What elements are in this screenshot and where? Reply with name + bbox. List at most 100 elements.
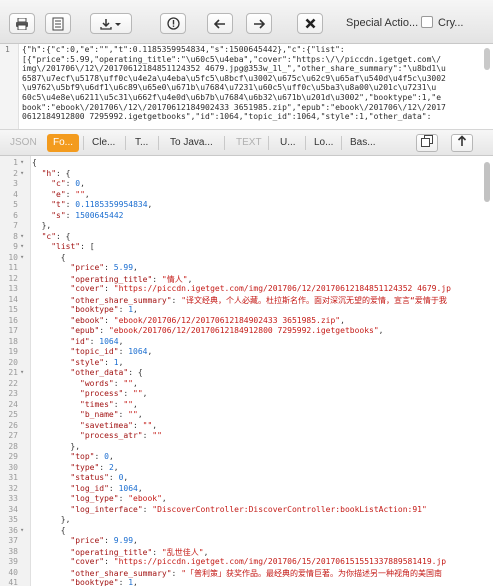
copy-output-button[interactable]	[416, 134, 438, 152]
editor-scrollbar[interactable]	[484, 162, 490, 202]
fold-toggle-icon[interactable]: ▾	[20, 526, 24, 534]
code-content: "price": 5.99,	[70, 263, 137, 272]
json-string: "ebook/201706/12/20170612184912800 72959…	[108, 326, 379, 335]
code-line: 24 "times": "",	[0, 400, 480, 411]
json-key: "ebook"	[70, 315, 105, 325]
line-number: 29	[8, 452, 18, 461]
copy-button[interactable]	[45, 13, 71, 34]
json-punctuation: ,	[203, 547, 209, 557]
info-button[interactable]	[160, 13, 186, 34]
line-number: 39	[8, 557, 18, 566]
special-actions-menu[interactable]: Special Actio...	[346, 17, 418, 29]
line-number: 12	[8, 273, 18, 283]
json-punctuation: ,	[137, 483, 143, 493]
tab-u[interactable]: U...	[280, 134, 296, 152]
json-punctuation: ,	[118, 357, 124, 367]
fold-toggle-icon[interactable]: ▾	[20, 253, 24, 261]
raw-json-text[interactable]: {"h":{"c":0,"e":"","t":0.1185359954834,"…	[22, 45, 474, 122]
code-line: 34 "log_interface": "DiscoverController:D…	[0, 505, 480, 516]
fold-toggle-icon[interactable]: ▾	[20, 242, 24, 250]
code-line: 19 "topic_id": 1064,	[0, 347, 480, 358]
fold-toggle-icon[interactable]: ▾	[20, 158, 24, 166]
clear-button[interactable]	[297, 13, 323, 34]
code-content: "log_type": "ebook",	[70, 494, 166, 503]
code-line: 2 ▾ "h": {	[0, 169, 480, 180]
json-number: 0.1185359954834	[75, 200, 148, 209]
code-line: 18 "id": 1064,	[0, 337, 480, 348]
code-line: 8 ▾ "c": {	[0, 232, 480, 243]
code-content: "operating_title": "乱世佳人",	[70, 547, 208, 558]
upload-button[interactable]	[451, 134, 473, 152]
line-number: 13	[8, 284, 18, 293]
json-punctuation: ,	[187, 274, 193, 284]
code-content: {	[32, 158, 37, 167]
json-key: "times"	[80, 399, 114, 409]
fold-toggle-icon[interactable]: ▾	[20, 169, 24, 177]
code-content: "other_data": {	[70, 368, 142, 377]
code-content: },	[42, 221, 52, 230]
line-number: 3	[13, 179, 18, 188]
json-punctuation: :	[118, 494, 129, 503]
forward-button[interactable]	[246, 13, 272, 34]
code-line: 9 ▾ "list": [	[0, 242, 480, 253]
json-punctuation: ,	[142, 389, 148, 398]
json-key: "booktype"	[70, 305, 119, 314]
line-number: 2	[13, 168, 18, 178]
code-content: "style": 1,	[70, 358, 123, 367]
download-button[interactable]	[90, 13, 132, 34]
json-punctuation: :	[65, 210, 76, 220]
json-punctuation: : {	[56, 168, 71, 178]
raw-json-input[interactable]: 1 {"h":{"c":0,"e":"","t":0.1185359954834…	[0, 44, 493, 130]
line-number: 17	[8, 326, 18, 335]
line-number: 4	[13, 189, 18, 199]
code-content: "log_interface": "DiscoverController:Dis…	[70, 505, 426, 514]
raw-text-line: img\/201706\/12\/20170612184851124352 46…	[22, 64, 446, 74]
fold-toggle-icon[interactable]: ▾	[20, 232, 24, 240]
json-punctuation: ,	[133, 536, 138, 545]
line-number: 11	[8, 263, 18, 272]
json-punctuation: :	[152, 547, 162, 557]
tab-t[interactable]: T...	[135, 134, 148, 152]
json-punctuation: :	[104, 284, 114, 293]
json-punctuation: :	[142, 431, 153, 440]
json-punctuation: :	[118, 347, 129, 356]
tab-lo[interactable]: Lo...	[314, 134, 333, 152]
raw-text-line: \u9762\u5bf9\u6df1\u6c89\u65e0\u671b\u76…	[22, 83, 437, 93]
json-punctuation: },	[41, 221, 52, 230]
json-string: "乱世佳人"	[161, 547, 204, 557]
json-punctuation: ,	[133, 399, 138, 409]
tab-format[interactable]: Fo...	[47, 134, 80, 152]
raw-scrollbar[interactable]	[484, 48, 490, 70]
arrow-up-icon	[457, 134, 467, 152]
print-button[interactable]	[9, 13, 35, 34]
json-string: "译文经典，个人必藏。杜拉斯名作。面对深沉无望的爱情，宣言“爱情于我	[181, 295, 447, 305]
tab-text[interactable]: TEXT	[236, 134, 262, 152]
json-key: "c"	[41, 231, 57, 241]
line-number: 26	[8, 420, 18, 430]
json-punctuation: :	[171, 295, 182, 305]
crypto-checkbox[interactable]	[421, 16, 433, 28]
toolbar: Special Actio... Cry...	[0, 0, 493, 44]
json-punctuation: : {	[56, 231, 71, 241]
code-line: 5 "t": 0.1185359954834,	[0, 200, 480, 211]
tab-clear[interactable]: Cle...	[92, 134, 115, 152]
tab-base[interactable]: Bas...	[350, 134, 376, 152]
json-punctuation: :	[142, 504, 153, 514]
code-content: "top": 0,	[70, 452, 113, 461]
code-line: 7},	[0, 221, 480, 232]
code-content: "cover": "https://piccdn.igetget.com/img…	[70, 557, 446, 566]
json-punctuation: },	[60, 515, 71, 524]
tab-json[interactable]: JSON	[10, 134, 37, 152]
back-button[interactable]	[207, 13, 233, 34]
json-number: 1064	[118, 483, 138, 493]
json-number: 1064	[128, 347, 148, 356]
formatted-json-editor[interactable]: 1 ▾{2 ▾ "h": {3 "c": 0, 4 "e": "", 5 "t": 0.1185…	[0, 156, 493, 586]
line-number: 16	[8, 315, 18, 325]
json-punctuation: ,	[340, 315, 345, 325]
json-string: "情人"	[161, 274, 188, 284]
fold-toggle-icon[interactable]: ▾	[20, 368, 24, 376]
json-string: "ebook"	[128, 494, 162, 503]
tab-to-java[interactable]: To Java...	[170, 134, 213, 152]
json-punctuation: ,	[147, 200, 153, 209]
code-line: 23 "process": "",	[0, 389, 480, 400]
